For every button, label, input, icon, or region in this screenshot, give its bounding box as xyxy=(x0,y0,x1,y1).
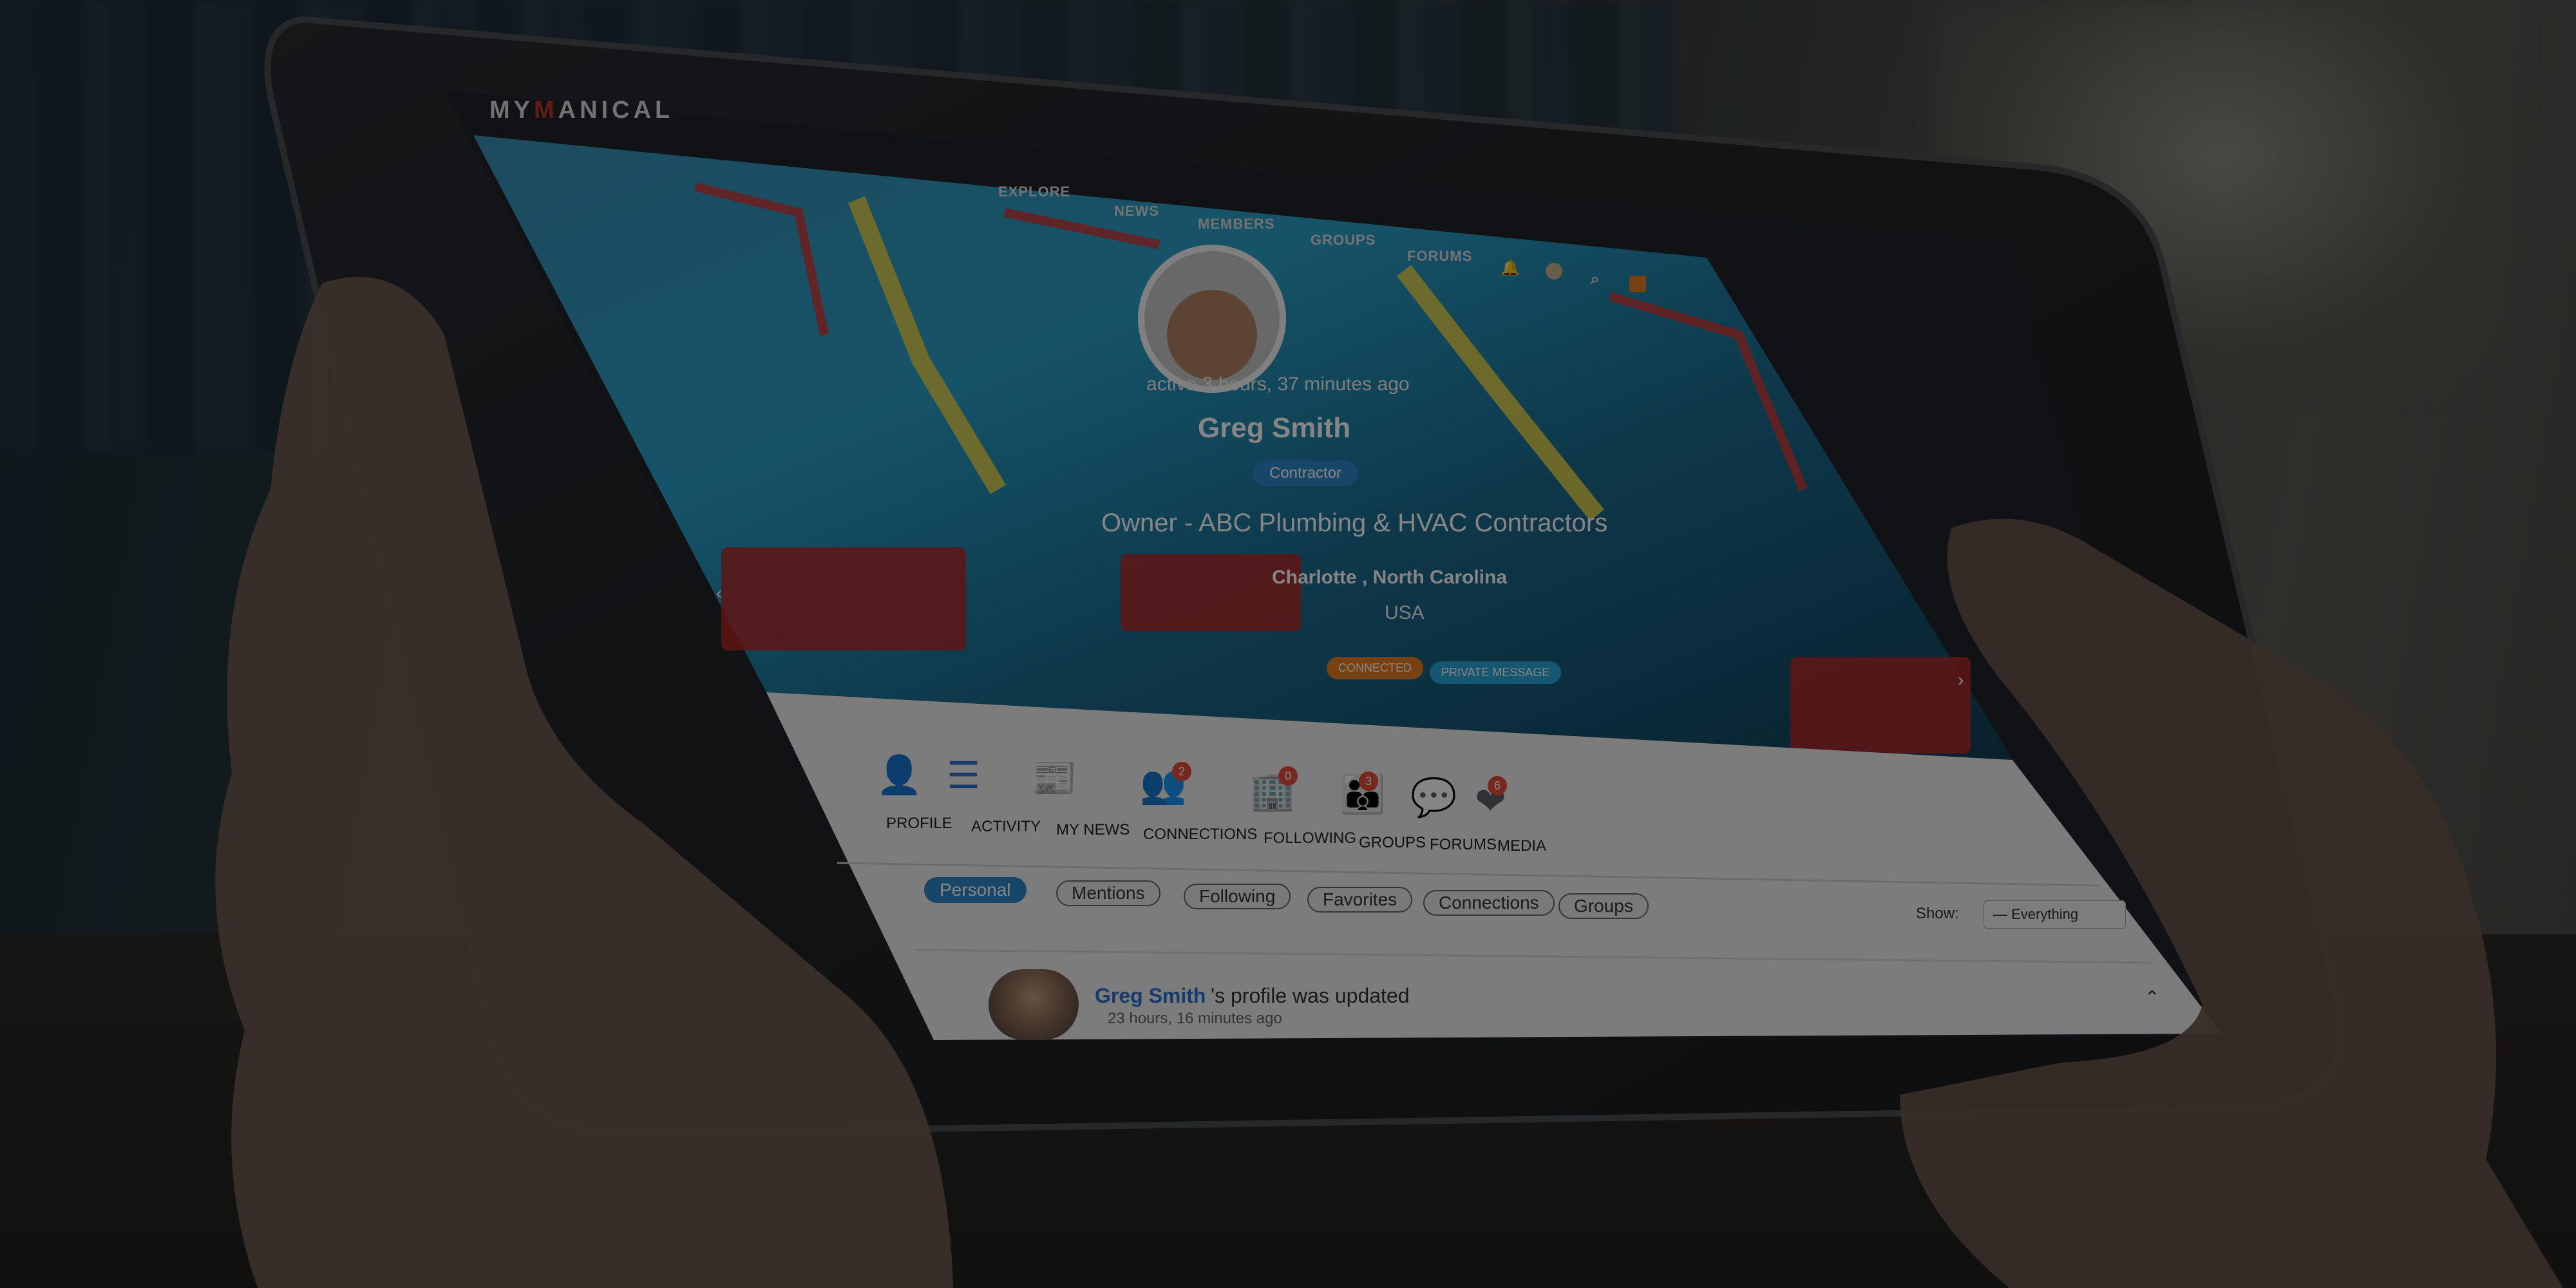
hands-overlay xyxy=(215,277,2563,1288)
right-hand xyxy=(1900,518,2563,1288)
left-hand xyxy=(215,277,954,1288)
photo-background: MYMANICAL EXPLORE NEWS MEMBERS GROUPS FO… xyxy=(0,0,2576,1288)
